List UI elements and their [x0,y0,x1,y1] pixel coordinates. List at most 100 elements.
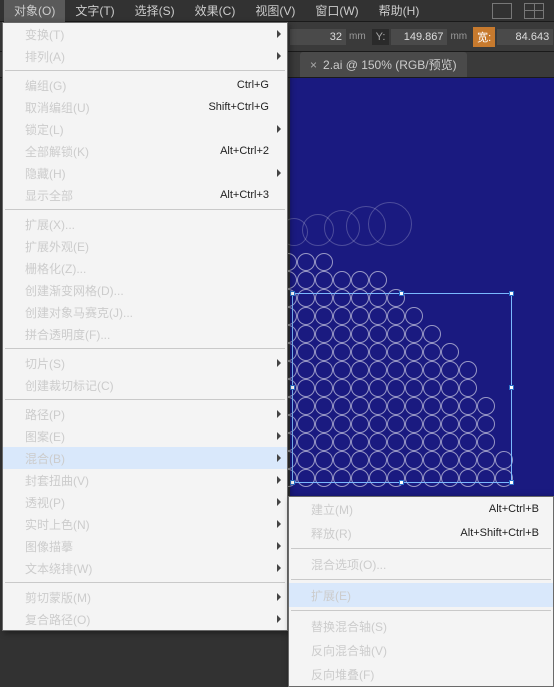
menu-item: 替换混合轴(S) [289,614,553,638]
menu-item: 扩展外观(E) [3,235,287,257]
menu-item-label: 锁定(L) [25,121,269,138]
chevron-right-icon [277,52,281,60]
shortcut: Alt+Ctrl+B [489,503,539,515]
menu-item-label: 扩展(E) [311,587,539,604]
chevron-right-icon [277,359,281,367]
menu-view[interactable]: 视图(V) [245,0,305,22]
menu-item: 创建渐变网格(D)... [3,279,287,301]
menu-item[interactable]: 全部解锁(K)Alt+Ctrl+2 [3,140,287,162]
layout-icon[interactable] [524,3,544,19]
menu-item-label: 建立(M) [311,501,489,518]
menu-item[interactable]: 拼合透明度(F)... [3,323,287,345]
chevron-right-icon [277,454,281,462]
menu-item-label: 剪切蒙版(M) [25,589,269,606]
menu-item[interactable]: 取消编组(U)Shift+Ctrl+G [3,96,287,118]
chevron-right-icon [277,593,281,601]
shortcut: Alt+Ctrl+3 [220,189,269,201]
doc-icon[interactable] [492,3,512,19]
menu-item-label: 拼合透明度(F)... [25,326,269,343]
menu-item[interactable]: 文本绕排(W) [3,557,287,579]
menu-item-label: 取消编组(U) [25,99,208,116]
unit: mm [349,31,366,42]
y-value[interactable]: 149.867 [391,29,447,45]
menu-item[interactable]: 反向混合轴(V) [289,638,553,662]
chevron-right-icon [277,542,281,550]
menu-item: 创建对象马赛克(J)... [3,301,287,323]
menu-item[interactable]: 透视(P) [3,491,287,513]
menu-item[interactable]: 扩展(E) [289,583,553,607]
menu-item-label: 替换混合轴(S) [311,618,539,635]
menu-item-label: 释放(R) [311,525,460,542]
menu-item-label: 编组(G) [25,77,237,94]
shortcut: Ctrl+G [237,79,269,91]
chevron-right-icon [277,169,281,177]
w-value[interactable]: 84.643 [497,29,553,45]
menu-item[interactable]: 反向堆叠(F) [289,662,553,686]
menu-item[interactable]: 封套扭曲(V) [3,469,287,491]
menu-object[interactable]: 对象(O) [4,0,65,22]
chevron-right-icon [277,476,281,484]
shortcut: Alt+Shift+Ctrl+B [460,527,539,539]
menu-item[interactable]: 剪切蒙版(M) [3,586,287,608]
chevron-right-icon [277,615,281,623]
menu-type[interactable]: 文字(T) [65,0,124,22]
w-label: 宽: [473,27,495,47]
menu-item[interactable]: 编组(G)Ctrl+G [3,74,287,96]
menu-item-label: 排列(A) [25,48,269,65]
document-tab[interactable]: × 2.ai @ 150% (RGB/预览) [300,52,467,77]
menu-item[interactable]: 扩展(X)... [3,213,287,235]
menu-item-label: 栅格化(Z)... [25,260,269,277]
menu-item[interactable]: 实时上色(N) [3,513,287,535]
y-label: Y: [372,29,390,45]
object-menu: 变换(T)排列(A)编组(G)Ctrl+G取消编组(U)Shift+Ctrl+G… [2,22,288,631]
menu-help[interactable]: 帮助(H) [369,0,430,22]
close-icon[interactable]: × [310,58,317,72]
shortcut: Alt+Ctrl+2 [220,145,269,157]
chevron-right-icon [277,564,281,572]
selection-box[interactable] [292,293,512,483]
menu-item-label: 创建裁切标记(C) [25,377,269,394]
menu-window[interactable]: 窗口(W) [305,0,368,22]
menu-item-label: 图像描摹 [25,538,269,555]
menu-item-label: 切片(S) [25,355,269,372]
menu-item[interactable]: 复合路径(O) [3,608,287,630]
menu-item-label: 扩展外观(E) [25,238,269,255]
x-value[interactable]: 32 [290,29,346,45]
menu-item-label: 图案(E) [25,428,269,445]
menu-item[interactable]: 混合(B) [3,447,287,469]
chevron-right-icon [277,432,281,440]
chevron-right-icon [277,410,281,418]
menu-item-label: 创建渐变网格(D)... [25,282,269,299]
menu-item[interactable]: 创建裁切标记(C) [3,374,287,396]
menu-item[interactable]: 建立(M)Alt+Ctrl+B [289,497,553,521]
chevron-right-icon [277,498,281,506]
menu-item[interactable]: 图像描摹 [3,535,287,557]
menu-item-label: 混合选项(O)... [311,556,539,573]
menu-effect[interactable]: 效果(C) [185,0,246,22]
menu-item-label: 文本绕排(W) [25,560,269,577]
shortcut: Shift+Ctrl+G [208,101,269,113]
menu-item[interactable]: 切片(S) [3,352,287,374]
chevron-right-icon [277,520,281,528]
tab-title: 2.ai @ 150% (RGB/预览) [323,56,457,73]
menu-item[interactable]: 排列(A) [3,45,287,67]
menu-item[interactable]: 路径(P) [3,403,287,425]
menu-item[interactable]: 图案(E) [3,425,287,447]
menu-item[interactable]: 锁定(L) [3,118,287,140]
menubar: 对象(O) 文字(T) 选择(S) 效果(C) 视图(V) 窗口(W) 帮助(H… [0,0,554,22]
menu-item-label: 实时上色(N) [25,516,269,533]
menu-item-label: 扩展(X)... [25,216,269,233]
menu-item[interactable]: 隐藏(H) [3,162,287,184]
menu-item-label: 封套扭曲(V) [25,472,269,489]
menu-item-label: 创建对象马赛克(J)... [25,304,269,321]
menu-select[interactable]: 选择(S) [125,0,185,22]
menu-item[interactable]: 释放(R)Alt+Shift+Ctrl+B [289,521,553,545]
menu-item-label: 隐藏(H) [25,165,269,182]
menu-item-label: 变换(T) [25,26,269,43]
menu-item[interactable]: 变换(T) [3,23,287,45]
menu-item[interactable]: 栅格化(Z)... [3,257,287,279]
unit: mm [450,31,467,42]
menu-item-label: 反向混合轴(V) [311,642,539,659]
menu-item[interactable]: 混合选项(O)... [289,552,553,576]
menu-item-label: 全部解锁(K) [25,143,220,160]
